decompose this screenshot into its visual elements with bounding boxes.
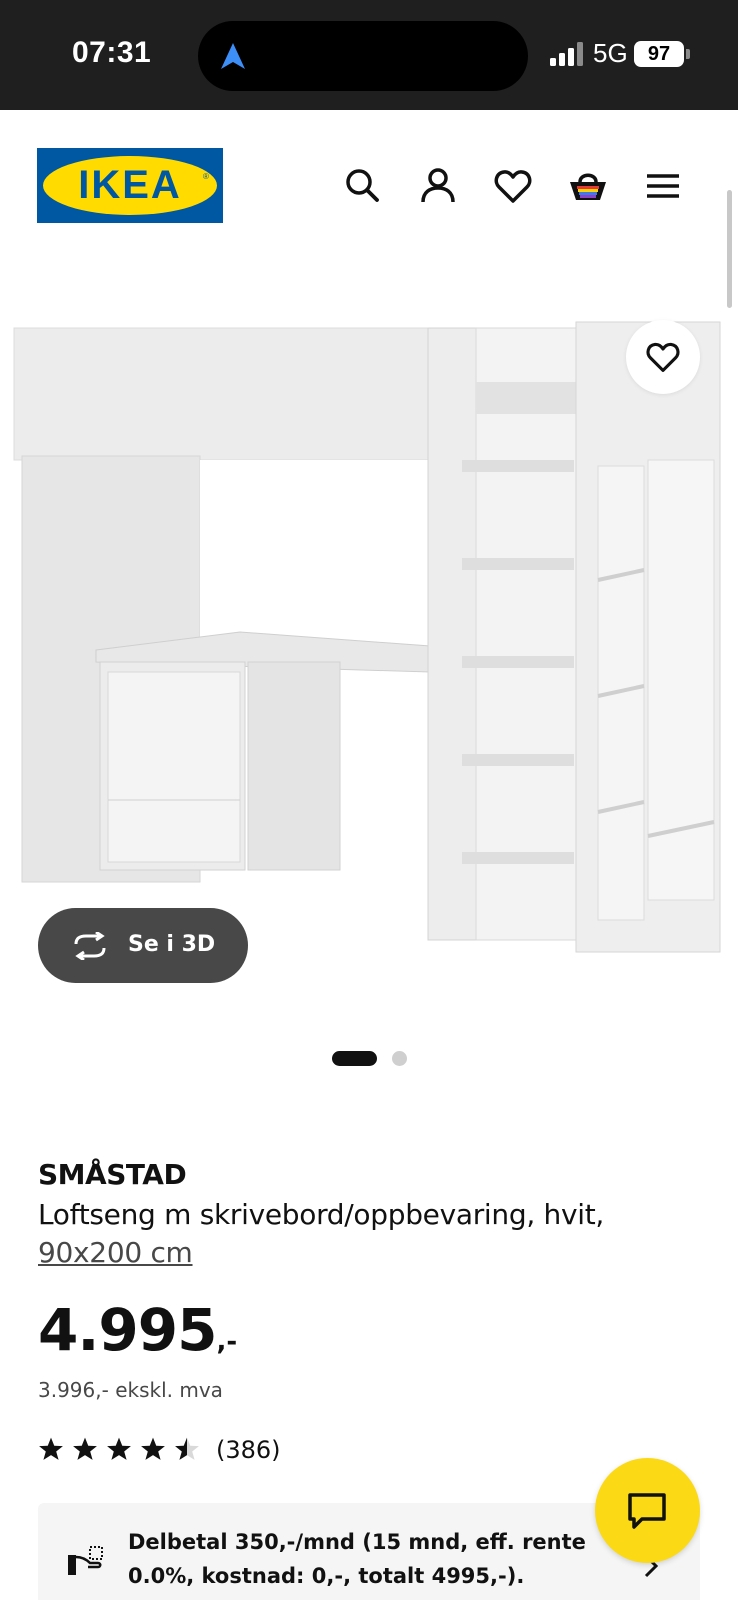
half-star-icon xyxy=(175,1437,199,1460)
price-excl-vat: 3.996,- ekskl. mva xyxy=(38,1378,223,1402)
star-icon xyxy=(141,1437,165,1460)
installment-icon xyxy=(68,1546,103,1575)
view-in-3d-button[interactable]: Se i 3D xyxy=(38,908,248,983)
price-suffix: ,- xyxy=(216,1327,238,1357)
rotate-3d-icon xyxy=(74,932,106,960)
menu-icon[interactable] xyxy=(643,166,683,206)
chat-icon xyxy=(628,1493,666,1529)
logo-text: IKEA xyxy=(78,163,182,207)
star-icon xyxy=(73,1437,97,1460)
installment-text: Delbetal 350,-/mnd (15 mnd, eff. rente 0… xyxy=(128,1530,586,1588)
scrollbar[interactable] xyxy=(727,190,732,308)
registered-mark: ® xyxy=(203,172,209,181)
status-bar: 07:31 5G 97 xyxy=(0,0,738,110)
product-price: 4.995,- xyxy=(38,1296,237,1364)
price-value: 4.995 xyxy=(38,1296,217,1364)
battery-icon: 97 xyxy=(634,41,684,67)
ikea-logo[interactable]: IKEA ® xyxy=(37,148,223,223)
review-count: (386) xyxy=(216,1436,281,1464)
product-description: Loftseng m skrivebord/oppbevaring, hvit,… xyxy=(38,1196,678,1272)
search-icon[interactable] xyxy=(343,166,383,206)
chat-button[interactable] xyxy=(595,1458,700,1563)
product-size-link[interactable]: 90x200 cm xyxy=(38,1236,193,1269)
favorite-button[interactable] xyxy=(626,320,700,394)
status-time: 07:31 xyxy=(72,36,152,69)
star-icon xyxy=(39,1437,63,1460)
heart-icon xyxy=(646,342,680,372)
battery-tip xyxy=(686,49,690,59)
logo-oval: IKEA ® xyxy=(43,156,217,215)
gallery-dot[interactable] xyxy=(392,1051,407,1066)
location-arrow-icon xyxy=(221,43,245,69)
dynamic-island xyxy=(198,21,528,91)
star-icon xyxy=(107,1437,131,1460)
product-name: SMÅSTAD xyxy=(38,1158,187,1191)
wishlist-icon[interactable] xyxy=(493,166,533,206)
product-description-text: Loftseng m skrivebord/oppbevaring, hvit, xyxy=(38,1198,605,1231)
gallery-dot-active[interactable] xyxy=(332,1051,377,1066)
basket-icon[interactable] xyxy=(568,166,608,206)
network-label: 5G xyxy=(593,38,628,68)
signal-icon xyxy=(550,42,583,66)
view-in-3d-label: Se i 3D xyxy=(128,932,216,957)
account-icon[interactable] xyxy=(418,166,458,206)
